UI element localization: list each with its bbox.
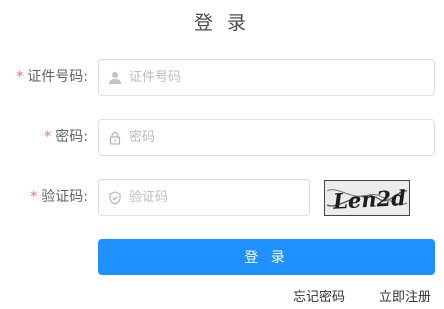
required-mark: * <box>16 69 24 85</box>
password-label-text: 密码: <box>55 129 88 145</box>
captcha-label: * 验证码: <box>30 179 88 216</box>
login-button[interactable]: 登 录 <box>98 239 435 275</box>
captcha-field[interactable] <box>98 179 310 216</box>
lock-icon <box>107 120 123 155</box>
captcha-image[interactable]: Len2d <box>324 180 410 216</box>
user-icon <box>107 60 123 95</box>
id-number-input[interactable] <box>129 60 426 95</box>
required-mark: * <box>30 189 38 205</box>
id-number-field[interactable] <box>98 59 435 96</box>
captcha-label-text: 验证码: <box>41 189 88 205</box>
captcha-input[interactable] <box>129 180 301 215</box>
form-row-password: * 密码: <box>0 119 444 156</box>
password-label: * 密码: <box>44 119 88 156</box>
captcha-text: Len2d <box>331 185 406 214</box>
id-number-label-text: 证件号码: <box>27 69 88 85</box>
shield-icon <box>107 180 123 215</box>
forgot-password-link[interactable]: 忘记密码 <box>293 286 345 305</box>
page-title: 登 录 <box>193 12 251 34</box>
register-link[interactable]: 立即注册 <box>379 286 431 305</box>
form-row-id-number: * 证件号码: <box>0 59 444 96</box>
form-row-captcha: *验证码: Len2d <box>0 179 444 216</box>
required-mark: * <box>44 129 52 145</box>
password-input[interactable] <box>129 120 426 155</box>
id-number-label: * 证件号码: <box>16 59 88 96</box>
password-field[interactable] <box>98 119 435 156</box>
